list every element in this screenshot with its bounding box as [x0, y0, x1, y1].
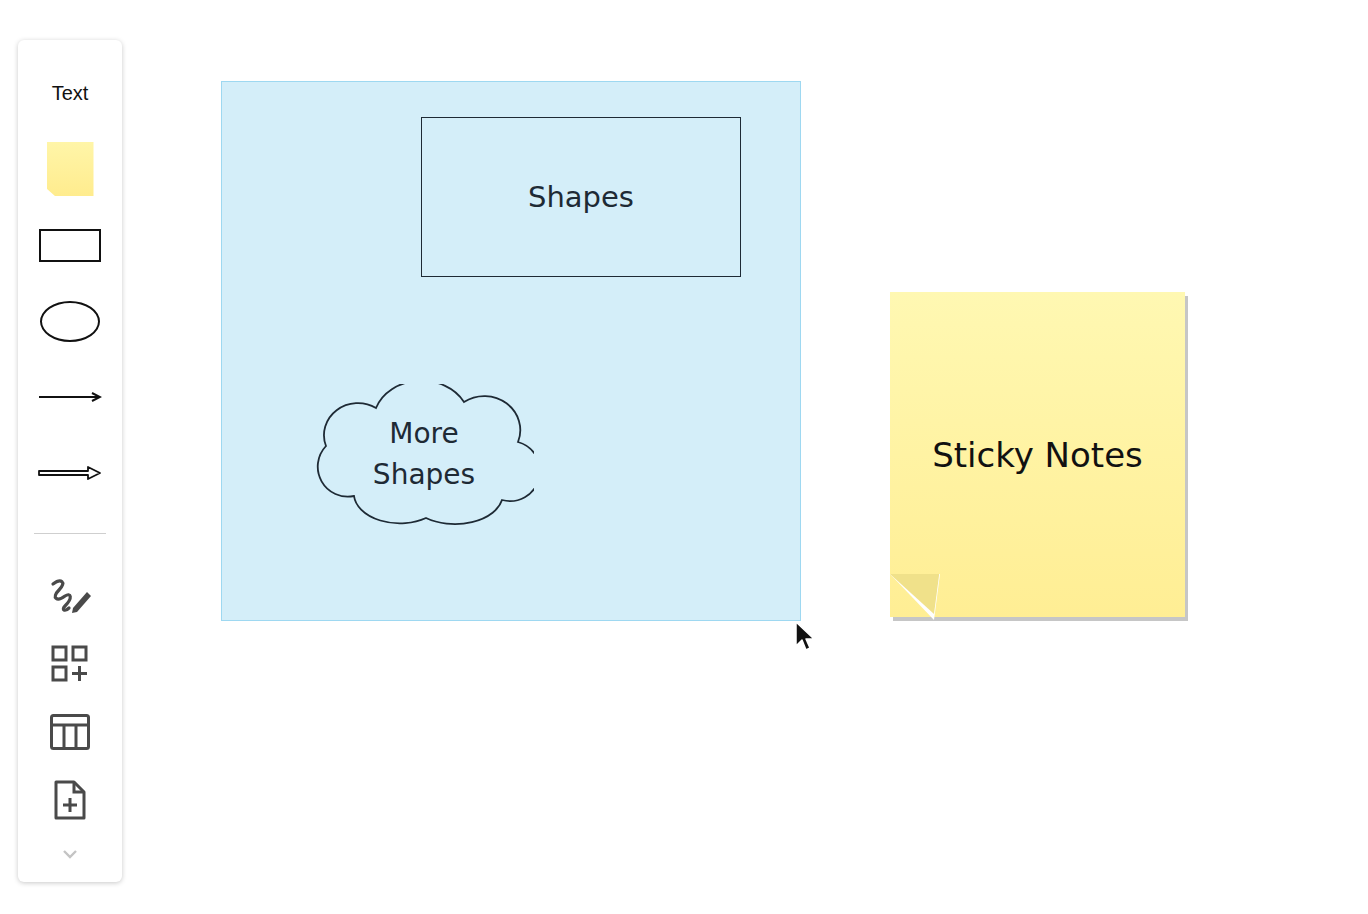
- document-tool[interactable]: [18, 766, 122, 834]
- ellipse-icon: [40, 301, 100, 342]
- shape-label: Shapes: [528, 180, 634, 214]
- more-tools-button[interactable]: [18, 834, 122, 874]
- text-tool[interactable]: Text: [18, 55, 122, 131]
- rectangle-icon: [39, 229, 101, 262]
- shapes-tool[interactable]: [18, 630, 122, 698]
- mouse-cursor-icon: [794, 620, 816, 654]
- line-tool[interactable]: [18, 359, 122, 435]
- add-shapes-icon: [50, 644, 90, 684]
- pen-icon: [47, 576, 93, 616]
- sticky-tool[interactable]: [18, 131, 122, 207]
- chevron-down-icon: [60, 848, 80, 860]
- rectangle-tool[interactable]: [18, 207, 122, 283]
- cloud-shape[interactable]: More Shapes: [314, 384, 534, 525]
- frame[interactable]: [221, 81, 801, 621]
- ellipse-tool[interactable]: [18, 283, 122, 359]
- rectangle-shape[interactable]: Shapes: [421, 117, 741, 277]
- block-arrow-icon: [38, 465, 102, 481]
- toolbar-divider: [34, 533, 106, 534]
- arrow-tool[interactable]: [18, 435, 122, 511]
- sticky-note[interactable]: Sticky Notes: [890, 292, 1185, 617]
- toolbar: Text: [18, 40, 122, 882]
- pen-tool[interactable]: [18, 562, 122, 630]
- sticky-note-label: Sticky Notes: [924, 435, 1151, 475]
- text-tool-label: Text: [52, 82, 89, 105]
- page-fold-icon: [890, 574, 942, 620]
- line-arrow-icon: [38, 391, 102, 403]
- sticky-note-icon: [47, 142, 94, 196]
- add-document-icon: [53, 779, 87, 821]
- whiteboard: Text Shapes More Shapes Sticky Notes: [0, 0, 1368, 914]
- cloud-outline-icon: [314, 384, 534, 525]
- table-icon: [49, 713, 91, 751]
- table-tool[interactable]: [18, 698, 122, 766]
- shape-label: More Shapes: [354, 414, 494, 495]
